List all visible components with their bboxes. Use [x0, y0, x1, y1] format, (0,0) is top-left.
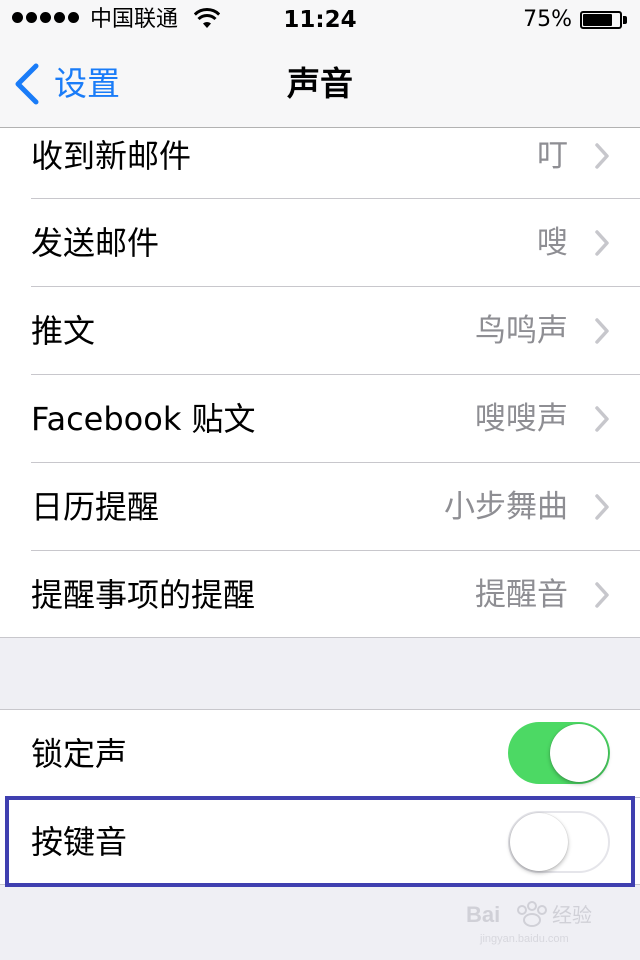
- svg-text:经验: 经验: [552, 903, 592, 927]
- list-item-label: 推文: [31, 312, 96, 350]
- chevron-right-icon: [595, 582, 609, 608]
- list-item-lock-sounds: 锁定声: [0, 710, 640, 798]
- list-item-tweet[interactable]: 推文 鸟鸣声: [0, 287, 640, 375]
- list-item-sent-mail[interactable]: 发送邮件 嗖: [0, 199, 640, 287]
- list-item-new-mail[interactable]: 收到新邮件 叮: [0, 112, 640, 200]
- list-item-label: 锁定声: [31, 735, 128, 773]
- list-item-value: 小步舞曲: [444, 489, 568, 525]
- battery-percentage: 75%: [523, 7, 572, 32]
- list-item-value: 嗖嗖声: [475, 401, 568, 437]
- list-item-label: 日历提醒: [31, 488, 160, 526]
- battery-icon: [580, 11, 628, 29]
- chevron-right-icon: [595, 143, 609, 169]
- list-item-label: Facebook 贴文: [31, 400, 256, 438]
- sound-alerts-list: 收到新邮件 叮 发送邮件 嗖 推文 鸟鸣声 Facebook 贴文 嗖嗖声 日历…: [0, 128, 640, 638]
- list-item-label: 按键音: [31, 823, 128, 861]
- list-item-label: 收到新邮件: [31, 137, 192, 175]
- chevron-right-icon: [595, 406, 609, 432]
- keyboard-clicks-toggle[interactable]: [508, 811, 610, 873]
- list-item-calendar-alerts[interactable]: 日历提醒 小步舞曲: [0, 463, 640, 551]
- list-item-value: 嗖: [537, 225, 568, 261]
- page-title: 声音: [287, 64, 353, 103]
- svg-text:Bai: Bai: [466, 902, 500, 927]
- status-bar: 中国联通 11:24 75%: [0, 0, 640, 40]
- toggle-knob: [510, 813, 568, 871]
- list-item-facebook-post[interactable]: Facebook 贴文 嗖嗖声: [0, 375, 640, 463]
- baidu-jingyan-watermark-logo: Bai 经验 jingyan.baidu.com: [466, 901, 592, 945]
- chevron-right-icon: [595, 494, 609, 520]
- list-item-label: 提醒事项的提醒: [31, 576, 256, 614]
- list-item-value: 鸟鸣声: [475, 313, 568, 349]
- list-item-reminder-alerts[interactable]: 提醒事项的提醒 提醒音: [0, 551, 640, 639]
- chevron-right-icon: [595, 318, 609, 344]
- clock-time: 11:24: [283, 7, 357, 33]
- lock-sounds-toggle[interactable]: [508, 722, 610, 784]
- list-item-value: 提醒音: [475, 577, 568, 613]
- settings-sounds-screen: 中国联通 11:24 75% 设置 声音 收到新邮件 叮 发送邮件 嗖 推文 鸟…: [0, 0, 640, 960]
- list-item-value: 叮: [537, 138, 568, 174]
- list-item-keyboard-clicks: 按键音: [0, 798, 640, 886]
- chevron-right-icon: [595, 230, 609, 256]
- list-item-label: 发送邮件: [31, 224, 160, 262]
- svg-text:jingyan.baidu.com: jingyan.baidu.com: [479, 933, 569, 945]
- sound-toggles-list: 锁定声 按键音: [0, 709, 640, 885]
- toggle-knob: [550, 724, 608, 782]
